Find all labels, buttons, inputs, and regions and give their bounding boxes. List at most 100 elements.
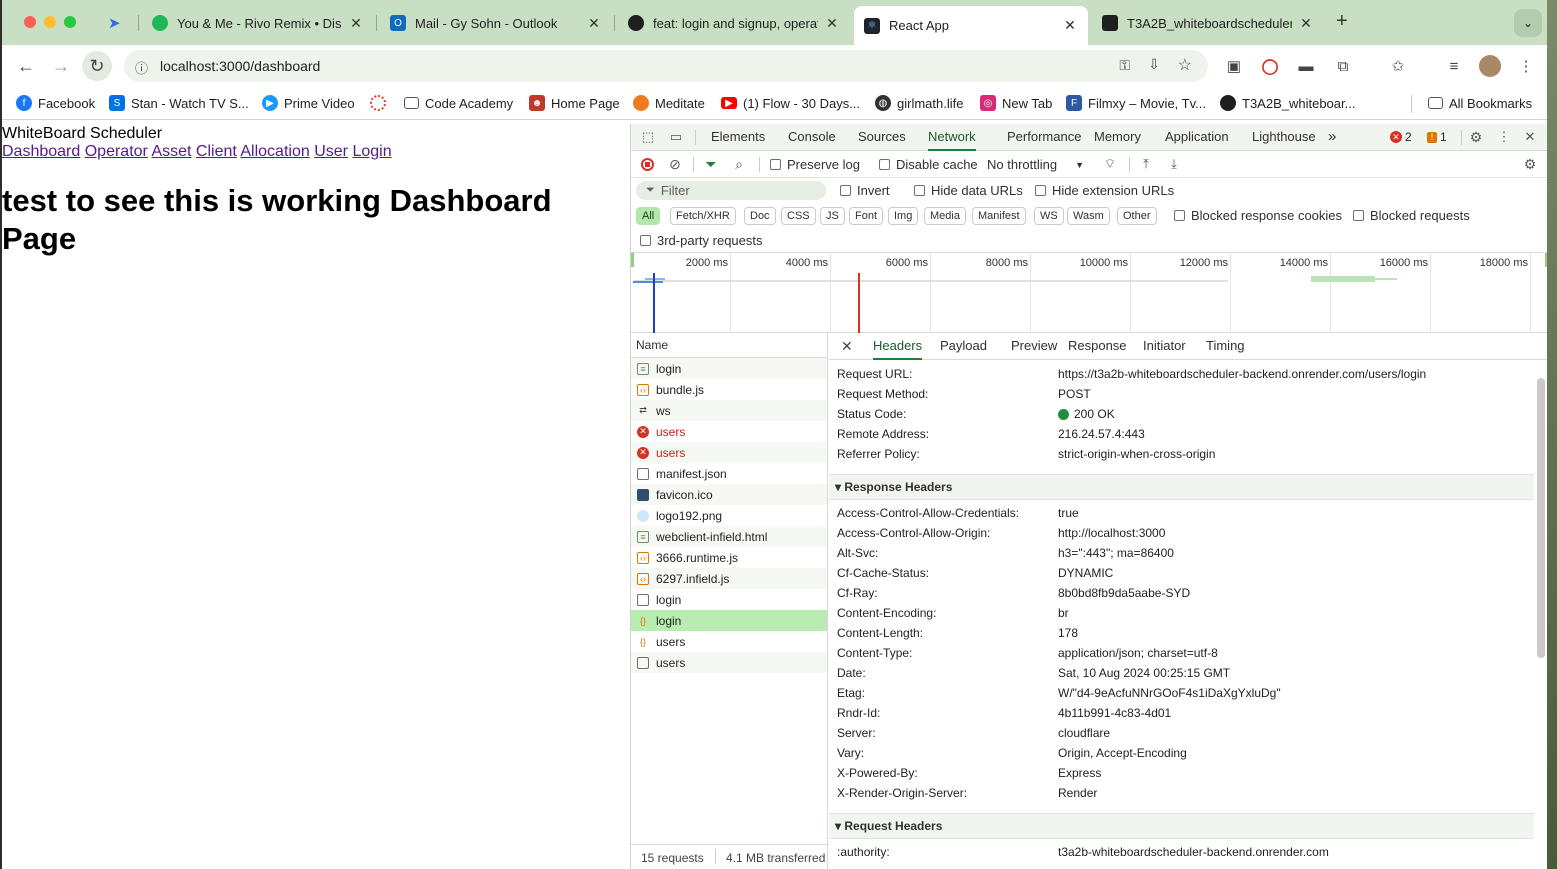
bookmark-prime-video[interactable]: ▶ Prime Video [262,93,355,113]
request-headers-section[interactable]: ▾ Request Headers [829,813,1534,839]
bookmark-meditate[interactable]: Meditate [633,93,705,113]
request-row[interactable]: users [631,652,827,673]
close-icon[interactable]: ✕ [586,15,602,32]
more-tabs-button[interactable]: » [1328,124,1336,151]
all-bookmarks-button[interactable]: All Bookmarks [1428,93,1532,113]
bookmark-facebook[interactable]: f Facebook [16,93,95,113]
extension-icon[interactable]: ▣ [1223,55,1245,77]
back-button[interactable]: ← [11,51,41,81]
close-icon[interactable]: ✕ [1062,17,1078,34]
request-row[interactable]: ‹› 6297.infield.js [631,568,827,589]
request-row[interactable]: ✕ users [631,442,827,463]
request-row[interactable]: manifest.json [631,463,827,484]
record-stop-icon[interactable] [639,156,655,172]
export-har-icon[interactable]: ⤓ [1166,156,1182,172]
nav-link-client[interactable]: Client [196,143,237,160]
filter-chip-doc[interactable]: Doc [744,207,776,225]
request-row[interactable]: ⇄ ws [631,400,827,421]
bookmark-home-page[interactable]: ☻ Home Page [529,93,620,113]
request-row[interactable]: login [631,589,827,610]
site-info-icon[interactable]: ⓘ [135,58,148,77]
device-toolbar-icon[interactable]: ▭ [668,129,684,145]
filter-chip-fetch-xhr[interactable]: Fetch/XHR [670,207,736,225]
extension-dots-icon[interactable]: ▬ [1295,55,1317,77]
blocked-response-cookies-checkbox[interactable]: Blocked response cookies [1174,208,1342,223]
response-headers-section[interactable]: ▾ Response Headers [829,474,1534,500]
password-key-icon[interactable]: ⚿ [1119,57,1130,74]
nav-link-user[interactable]: User [314,143,348,160]
warning-counter[interactable]: ! 1 [1427,130,1447,144]
name-column-header[interactable]: Name [631,333,827,358]
blocked-requests-checkbox[interactable]: Blocked requests [1353,208,1470,223]
extensions-puzzle-icon[interactable]: ⧉ [1332,55,1354,77]
invert-checkbox[interactable]: Invert [840,183,890,198]
close-icon[interactable]: ✕ [824,15,840,32]
close-window-button[interactable] [24,16,36,28]
detail-scrollbar[interactable] [1537,378,1545,658]
tab-payload[interactable]: Payload [940,333,987,360]
inspect-element-icon[interactable]: ⬚ [640,129,656,145]
tab-search-button[interactable]: ⌄ [1514,9,1542,37]
bookmark-github-repo[interactable]: T3A2B_whiteboar... [1220,93,1355,113]
tab-response[interactable]: Response [1068,333,1127,360]
request-row[interactable]: ✕ users [631,421,827,442]
request-row[interactable]: {} users [631,631,827,652]
nav-link-allocation[interactable]: Allocation [240,143,309,160]
bookmark-new-tab[interactable]: ◎ New Tab [980,93,1052,113]
request-row[interactable]: ≡ login [631,358,827,379]
profile-avatar[interactable] [1479,55,1501,77]
clear-icon[interactable]: ⊘ [667,156,683,172]
filter-chip-css[interactable]: CSS [781,207,816,225]
close-icon[interactable]: ✕ [1298,15,1314,32]
tab-timing[interactable]: Timing [1206,333,1245,360]
devtools-menu-icon[interactable]: ⋮ [1496,129,1512,145]
filter-chip-wasm[interactable]: Wasm [1067,207,1110,225]
tab-react-app[interactable]: ⚛ React App ✕ [854,6,1088,45]
bookmark-filmxy[interactable]: F Filmxy – Movie, Tv... [1066,93,1206,113]
filter-chip-js[interactable]: JS [820,207,845,225]
close-detail-icon[interactable]: ✕ [841,338,853,355]
media-control-icon[interactable]: ≡ [1443,55,1465,77]
tab-spotify[interactable]: You & Me - Rivo Remix • Disc ✕ [142,8,374,38]
network-settings-icon[interactable]: ⚙ [1522,156,1538,172]
bookmark-youtube[interactable]: ▶ (1) Flow - 30 Days... [721,93,860,113]
nav-link-asset[interactable]: Asset [151,143,191,160]
address-bar[interactable]: ⓘ localhost:3000/dashboard ⚿ ⇩ ☆ [124,50,1208,82]
filter-chip-media[interactable]: Media [924,207,966,225]
hide-extension-urls-checkbox[interactable]: Hide extension URLs [1035,183,1174,198]
bookmark-girlmath[interactable]: ◍ girlmath.life [875,93,963,113]
bookmark-star-icon[interactable]: ☆ [1178,55,1192,75]
request-row[interactable]: ‹› 3666.runtime.js [631,547,827,568]
search-icon[interactable]: ⌕ [731,156,747,172]
tab-console[interactable]: Console [788,124,836,151]
tab-outlook[interactable]: O Mail - Gy Sohn - Outlook ✕ [380,8,612,38]
bookmark-code-academy[interactable]: Code Academy [404,93,513,113]
import-har-icon[interactable]: ⤒ [1138,156,1154,172]
third-party-checkbox[interactable]: 3rd-party requests [640,233,763,248]
tab-lighthouse[interactable]: Lighthouse [1252,124,1316,151]
nav-link-login[interactable]: Login [352,143,391,160]
nav-link-operator[interactable]: Operator [85,143,148,160]
network-conditions-icon[interactable]: ⌔ [1102,156,1118,172]
filter-chip-ws[interactable]: WS [1034,207,1064,225]
settings-gear-icon[interactable]: ⚙ [1468,129,1484,145]
bookmark-stan[interactable]: S Stan - Watch TV S... [109,93,249,113]
new-tab-button[interactable]: + [1336,10,1348,33]
reading-list-icon[interactable]: ✩ [1387,55,1409,77]
tab-render[interactable]: T3A2B_whiteboardscheduler ✕ [1092,8,1324,38]
filter-chip-font[interactable]: Font [849,207,884,225]
request-row-selected[interactable]: {} login [631,610,827,631]
filter-chip-other[interactable]: Other [1117,207,1157,225]
tab-initiator[interactable]: Initiator [1143,333,1186,360]
reload-button[interactable]: ↻ [82,51,112,81]
opera-extension-icon[interactable]: ◯ [1259,55,1281,77]
minimize-window-button[interactable] [44,16,56,28]
bookmark-unnamed[interactable] [370,93,392,113]
install-app-icon[interactable]: ⇩ [1148,56,1160,73]
forward-button[interactable]: → [46,51,76,81]
nav-link-dashboard[interactable]: Dashboard [2,143,80,160]
tab-performance[interactable]: Performance [1007,124,1081,151]
tab-sources[interactable]: Sources [858,124,906,151]
request-row[interactable]: ‹› bundle.js [631,379,827,400]
pinned-tab-icon[interactable]: ➤ [108,14,121,32]
